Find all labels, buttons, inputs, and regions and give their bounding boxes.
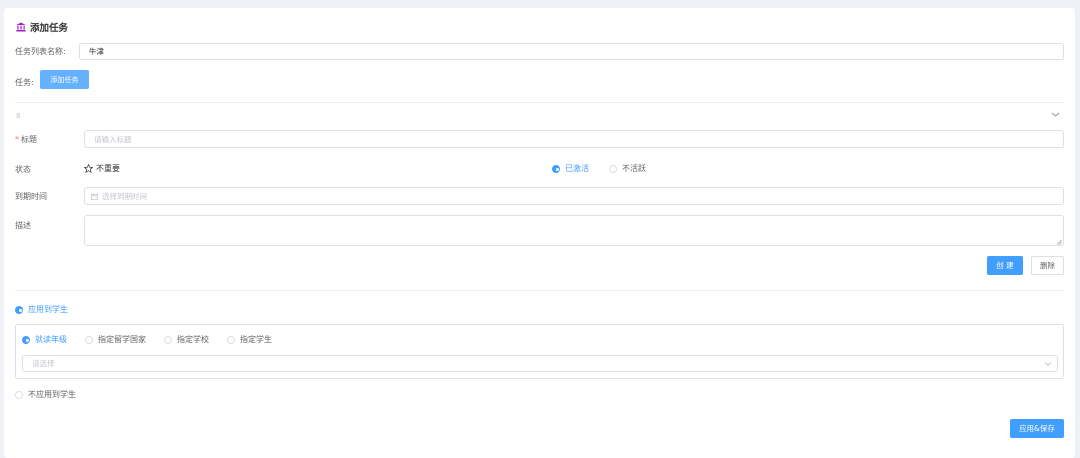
radio-dot [552,164,560,173]
not-apply-label: 不应用到学生 [28,390,76,399]
create-button[interactable]: 创 建 [987,256,1023,275]
target-select[interactable]: 请选择 [22,355,1058,372]
target-selection-box: 就读年级 指定留学国家 指定学校 指定学生 请选择 [15,324,1064,379]
required-mark: * [15,135,19,144]
status-active-label: 已激活 [565,164,589,173]
list-name-label: 任务列表名称: [15,47,66,56]
task-index: 8 [16,112,21,120]
delete-button[interactable]: 删除 [1031,256,1064,275]
list-name-input[interactable]: 牛津 [79,43,1064,60]
target-student-radio[interactable]: 指定学生 [227,334,272,345]
description-textarea[interactable] [84,215,1064,246]
tasks-label: 任务: [15,78,34,87]
title-label-text: 标题 [21,135,37,144]
radio-dot [15,390,23,399]
importance-label: 不重要 [96,164,120,173]
status-active-radio[interactable]: 已激活 [552,163,589,174]
add-task-button[interactable]: 添加任务 [40,70,89,89]
apply-to-students-radio[interactable]: 应用到学生 [15,304,68,315]
calendar-icon [91,192,98,200]
title-input[interactable]: 请输入标题 [84,130,1064,148]
page-title: 添加任务 [16,20,68,34]
divider [15,290,1064,291]
status-inactive-radio[interactable]: 不活跃 [609,163,646,174]
target-country-label: 指定留学国家 [98,335,146,344]
divider [15,102,1064,103]
target-school-radio[interactable]: 指定学校 [164,334,209,345]
radio-dot [609,164,617,173]
page-title-text: 添加任务 [30,23,69,34]
due-date-picker[interactable]: 选择到期时间 [84,187,1064,205]
importance-toggle[interactable]: 不重要 [84,163,120,174]
due-label: 到期时间 [15,192,47,201]
status-label: 状态 [15,165,31,174]
resize-handle-icon[interactable] [1056,238,1062,247]
radio-dot [164,335,172,344]
target-student-label: 指定学生 [240,335,272,344]
status-inactive-label: 不活跃 [622,164,646,173]
apply-to-students-label: 应用到学生 [28,305,68,314]
title-label: * 标题 [15,134,37,145]
chevron-down-icon [1044,362,1052,367]
target-select-placeholder: 请选择 [32,359,55,368]
radio-dot [15,305,23,314]
description-label: 描述 [15,221,31,230]
target-grade-radio[interactable]: 就读年级 [22,334,67,345]
radio-dot [85,335,93,344]
main-card: 添加任务 任务列表名称: 牛津 任务: 添加任务 8 * 标题 请输入标题 状态 … [4,8,1075,458]
target-school-label: 指定学校 [177,335,209,344]
star-icon [84,164,93,173]
target-grade-label: 就读年级 [35,335,67,344]
radio-dot [227,335,235,344]
bank-icon [16,22,26,32]
radio-dot [22,335,30,344]
not-apply-radio[interactable]: 不应用到学生 [15,389,76,400]
apply-save-button[interactable]: 应用&保存 [1010,419,1064,438]
target-country-radio[interactable]: 指定留学国家 [85,334,146,345]
collapse-chevron-icon[interactable] [1051,111,1060,120]
due-placeholder: 选择到期时间 [102,191,147,201]
